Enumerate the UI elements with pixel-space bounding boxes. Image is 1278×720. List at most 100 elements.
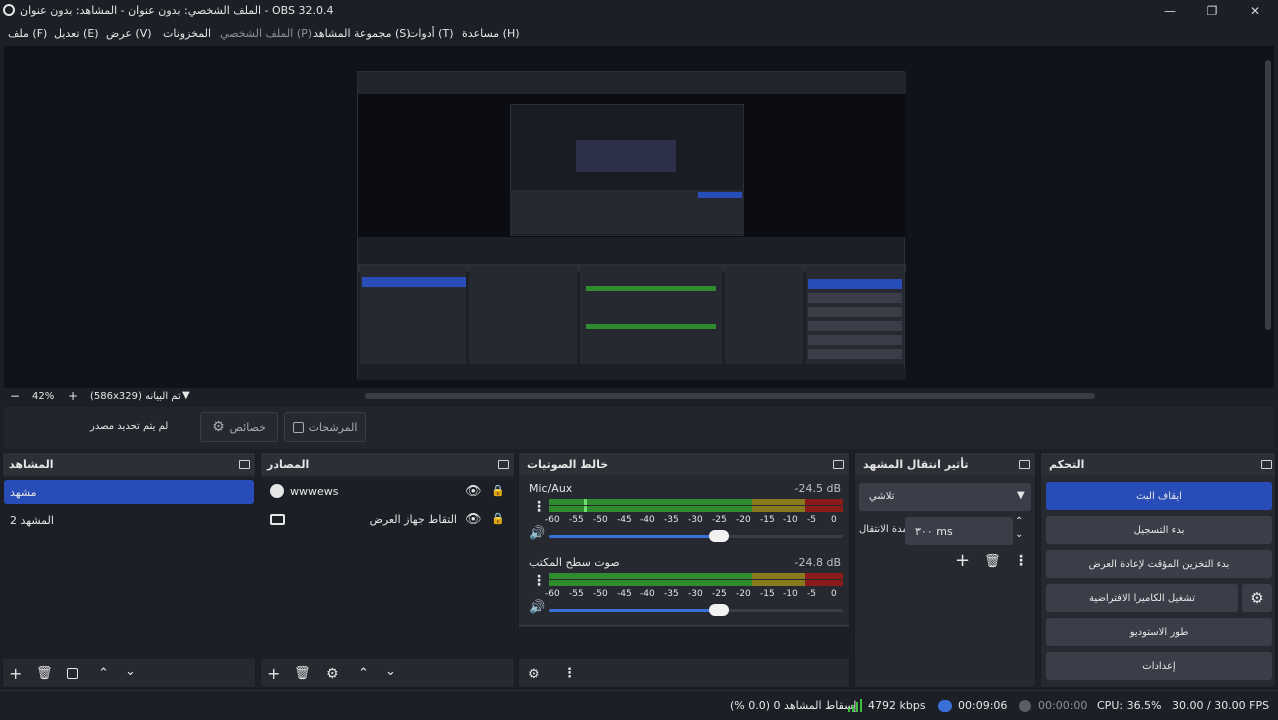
volume-slider-handle[interactable]	[709, 530, 729, 542]
menu-edit[interactable]: تعديل (E)	[54, 27, 99, 40]
meter-tick-label: -5	[807, 515, 816, 525]
filters-icon[interactable]	[67, 668, 78, 679]
undock-icon[interactable]	[833, 460, 844, 469]
undock-icon[interactable]	[239, 460, 250, 469]
start-recording-button[interactable]: بدء التسجيل	[1046, 516, 1272, 544]
bitrate: 4792 kbps	[868, 699, 926, 712]
meter-tick-label: -25	[712, 515, 727, 525]
signal-bars-icon	[848, 699, 862, 712]
scene-item-label: المشهد 2	[10, 513, 54, 527]
meter-tick-label: -20	[736, 589, 751, 599]
add-icon[interactable]: +	[955, 552, 970, 570]
mixer-channel: صوت سطح المكتب -24.8 dB ⋮ -60 -55 -50 -45 -40 -3…	[519, 553, 849, 623]
speaker-icon[interactable]: 🔊	[529, 526, 545, 541]
menu-file[interactable]: ملف (F)	[8, 27, 47, 40]
meter-tick-label: -30	[688, 589, 703, 599]
preview-area[interactable]	[4, 46, 1274, 388]
channel-db: -24.8 dB	[794, 556, 842, 569]
undock-icon[interactable]	[1019, 460, 1030, 469]
scene-item[interactable]: مشهد	[4, 480, 254, 504]
minimize-button[interactable]: —	[1155, 2, 1185, 20]
transition-select[interactable]: تلاشي ▼	[859, 483, 1031, 511]
add-icon[interactable]: +	[9, 666, 22, 682]
meter-tick-label: -55	[569, 515, 584, 525]
lock-icon[interactable]: 🔒	[491, 484, 505, 497]
close-button[interactable]: ✕	[1240, 2, 1270, 20]
volume-meter	[549, 506, 843, 512]
menu-profile[interactable]: الملف الشخصي (P)	[220, 27, 312, 40]
undock-icon[interactable]	[498, 460, 509, 469]
menu-help[interactable]: مساعدة (H)	[462, 27, 520, 40]
meter-tick-label: -50	[593, 589, 608, 599]
source-item[interactable]: wwwews 👁 🔒	[262, 481, 513, 505]
dropped-frames: إسقاط المشاهد 0 (0.0 %)	[730, 699, 857, 712]
studio-mode-button[interactable]: طور الاستوديو	[1046, 618, 1272, 646]
eye-icon[interactable]: 👁	[465, 484, 482, 499]
menu-docks[interactable]: المخزونات	[163, 27, 211, 40]
move-down-icon[interactable]: ⌄	[125, 664, 136, 680]
zoom-out-button[interactable]: −	[10, 389, 20, 403]
meter-tick-label: -10	[783, 589, 798, 599]
meter-tick-label: -15	[760, 515, 775, 525]
preview-vertical-scrollbar[interactable]	[1265, 60, 1271, 330]
move-down-icon[interactable]: ⌄	[385, 664, 396, 680]
trash-icon[interactable]: 🗑	[294, 666, 311, 682]
virtual-camera-settings-button[interactable]: ⚙	[1242, 584, 1272, 612]
meter-tick-label: -15	[760, 589, 775, 599]
menu-view[interactable]: عرض (V)	[106, 27, 152, 40]
zoom-in-button[interactable]: +	[68, 389, 78, 403]
sources-title: المصادر	[267, 458, 310, 471]
eye-icon[interactable]: 👁	[465, 512, 482, 527]
window-title: OBS 32.0.4 - الملف الشخصي: بدون عنوان - …	[20, 4, 334, 17]
volume-meter	[549, 499, 843, 505]
scene-item[interactable]: المشهد 2	[4, 508, 254, 532]
scenes-dock: المشاهد مشهد المشهد 2 + 🗑 ⌃ ⌄	[2, 452, 256, 688]
meter-tick-label: -45	[617, 589, 632, 599]
preview-canvas	[357, 71, 906, 380]
restore-button[interactable]: ❐	[1197, 2, 1227, 20]
duration-value: ٣٠٠ ms	[915, 525, 953, 538]
channel-name: صوت سطح المكتب	[529, 556, 620, 569]
menu-scene-collection[interactable]: مجموعة المشاهد (S)	[313, 27, 411, 40]
advanced-audio-icon[interactable]: ⚙	[528, 667, 540, 682]
move-up-icon[interactable]: ⌃	[358, 666, 369, 682]
meter-peak	[584, 506, 587, 512]
stop-streaming-button[interactable]: ايقاف البث	[1046, 482, 1272, 510]
trash-icon[interactable]: 🗑	[984, 554, 1001, 570]
move-up-icon[interactable]: ⌃	[98, 666, 109, 682]
properties-button[interactable]: ⚙ خصائص	[200, 412, 278, 442]
mixer-menu-icon[interactable]: ⋮	[563, 666, 576, 681]
meter-tick-label: -60	[545, 589, 560, 599]
channel-menu-icon[interactable]: ⋮	[532, 499, 546, 515]
add-icon[interactable]: +	[267, 666, 280, 682]
zoom-dropdown-icon[interactable]: ▼	[182, 390, 190, 401]
start-replay-buffer-button[interactable]: بدء التخزين المؤقت لإعادة العرض	[1046, 550, 1272, 578]
preview-horizontal-scrollbar[interactable]	[365, 393, 1095, 399]
speaker-icon[interactable]: 🔊	[529, 600, 545, 615]
meter-tick-label: -30	[688, 515, 703, 525]
undock-icon[interactable]	[1261, 460, 1272, 469]
volume-slider-track[interactable]	[549, 535, 843, 538]
volume-slider-handle[interactable]	[709, 604, 729, 616]
channel-menu-icon[interactable]: ⋮	[532, 573, 546, 589]
gear-icon[interactable]: ⚙	[326, 666, 339, 682]
stepper-down-icon[interactable]: ⌄	[1015, 529, 1023, 540]
duration-input[interactable]: ٣٠٠ ms	[905, 517, 1013, 545]
lock-icon[interactable]: 🔒	[491, 512, 505, 525]
transition-menu-icon[interactable]: ⋮	[1014, 553, 1028, 569]
stepper-up-icon[interactable]: ⌃	[1015, 516, 1023, 527]
trash-icon[interactable]: 🗑	[36, 666, 53, 682]
settings-button[interactable]: إعدادات	[1046, 652, 1272, 680]
filters-button[interactable]: المرشحات	[284, 412, 366, 442]
source-item[interactable]: التقاط جهاز العرض 👁 🔒	[262, 509, 513, 533]
preview-status: (586x329) تم البيانه	[90, 391, 181, 402]
scenes-list	[3, 477, 255, 659]
scene-item-label: مشهد	[10, 485, 37, 499]
volume-slider-track[interactable]	[549, 609, 843, 612]
menu-tools[interactable]: أدوات (T)	[408, 27, 454, 40]
meter-peak	[584, 499, 587, 505]
start-virtual-camera-button[interactable]: تشغيل الكاميرا الافتراضية	[1046, 584, 1238, 612]
meter-tick-label: -60	[545, 515, 560, 525]
volume-slider-fill	[549, 609, 711, 612]
display-icon	[270, 514, 285, 525]
